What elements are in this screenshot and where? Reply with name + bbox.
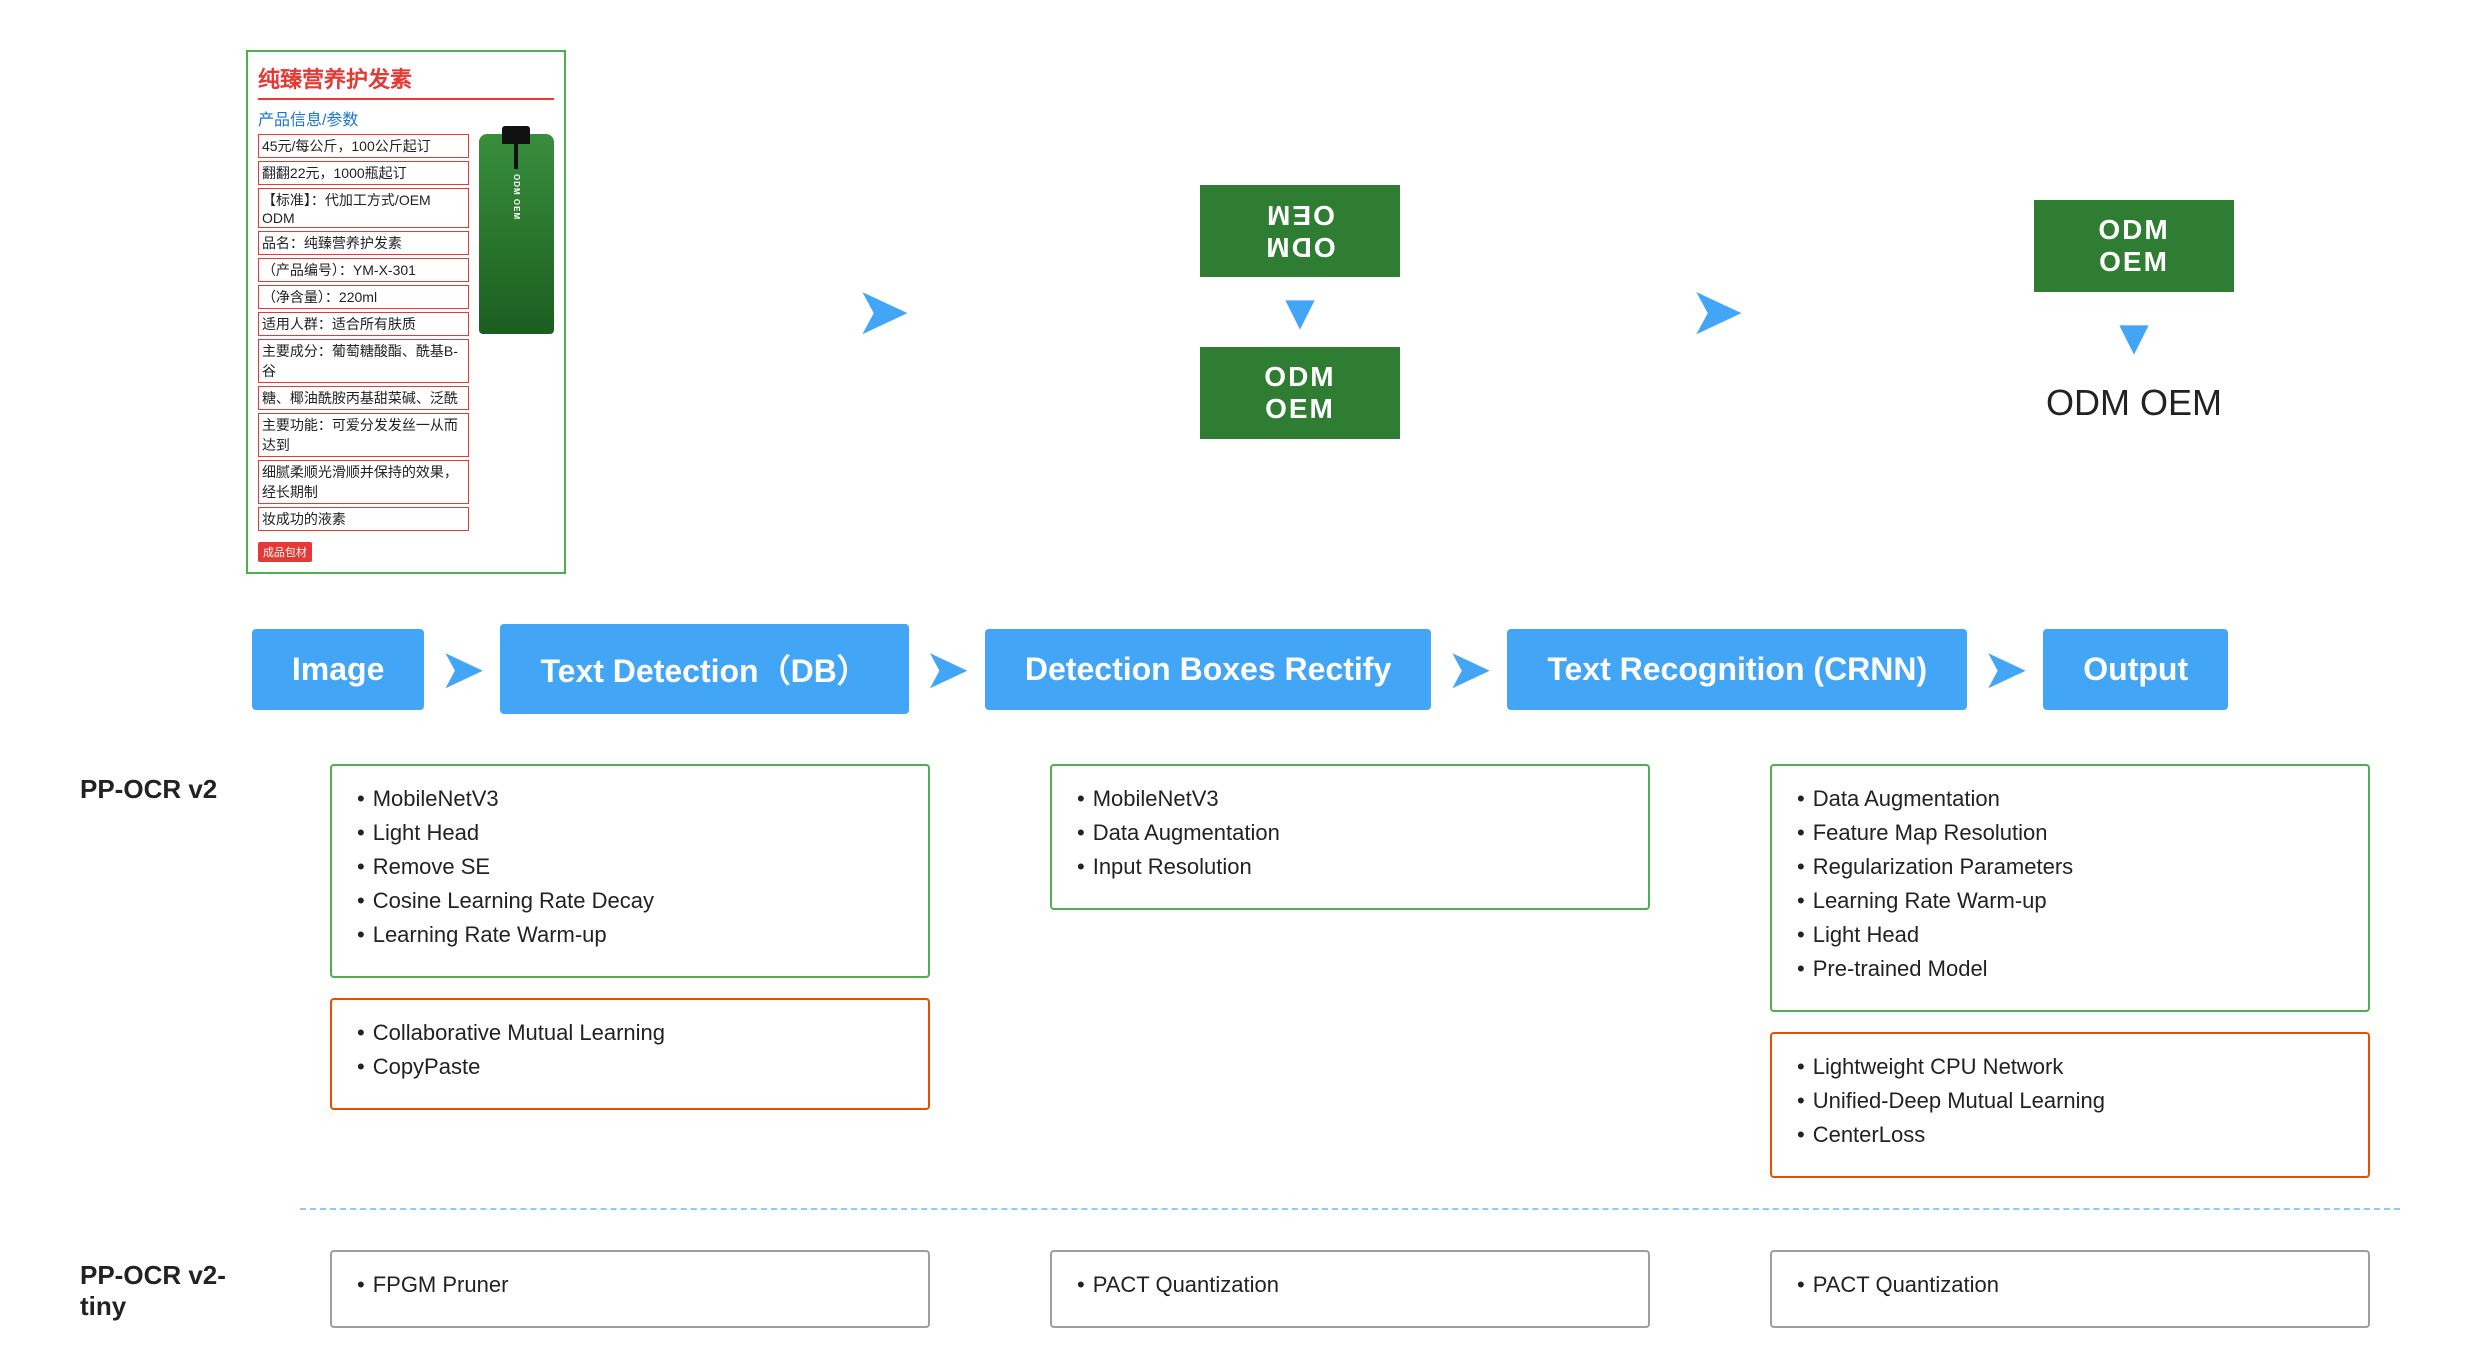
ppocr2-row: PP-OCR v2 MobileNetV3 Light Head Remove … bbox=[80, 754, 2400, 1188]
odm-right-plain: ODM OEM bbox=[2046, 382, 2222, 424]
image-line-8: 主要成分：葡萄糖酸酯、酰基B-谷 bbox=[258, 339, 469, 383]
rec-orange-item-2: Unified-Deep Mutual Learning bbox=[1797, 1088, 2343, 1114]
flow-arrow-3: ➤ bbox=[1446, 642, 1492, 697]
image-line-2: 翻翻22元，1000瓶起订 bbox=[258, 161, 469, 185]
bottle-pump-stem bbox=[514, 144, 518, 169]
flow-arrow-2: ➤ bbox=[924, 642, 970, 697]
flow-output: Output bbox=[2043, 629, 2228, 710]
rec-orange-item-1: Lightweight CPU Network bbox=[1797, 1054, 2343, 1080]
bottle-text: ODM OEM bbox=[512, 174, 521, 220]
bottle-pump-head bbox=[502, 126, 530, 144]
flow-detection-boxes: Detection Boxes Rectify bbox=[985, 629, 1431, 710]
rec-item-3: Regularization Parameters bbox=[1797, 854, 2343, 880]
det-item-3: Remove SE bbox=[357, 854, 903, 880]
bottom-tag: 成品包材 bbox=[258, 542, 312, 562]
image-line-1: 45元/每公斤，100公斤起订 bbox=[258, 134, 469, 158]
rec-item-6: Pre-trained Model bbox=[1797, 956, 2343, 982]
arrow-down-2: ▼ bbox=[2109, 312, 2159, 362]
rec-item-5: Light Head bbox=[1797, 922, 2343, 948]
det-item-4: Cosine Learning Rate Decay bbox=[357, 888, 903, 914]
flow-arrow-4: ➤ bbox=[1982, 642, 2028, 697]
det-item-1: MobileNetV3 bbox=[357, 786, 903, 812]
detection-col: MobileNetV3 Light Head Remove SE Cosine … bbox=[300, 764, 960, 1178]
rect-item-3: Input Resolution bbox=[1077, 854, 1623, 880]
odm-flipped: ODM OEM bbox=[1200, 185, 1400, 277]
flow-text-recognition: Text Recognition (CRNN) bbox=[1507, 629, 1967, 710]
main-container: 纯臻营养护发素 产品信息/参数 45元/每公斤，100公斤起订 翻翻22元，10… bbox=[0, 0, 2480, 1368]
image-line-10: 主要功能：可爱分发发丝一从而达到 bbox=[258, 413, 469, 457]
det-orange-item-1: Collaborative Mutual Learning bbox=[357, 1020, 903, 1046]
image-title: 纯臻营养护发素 bbox=[258, 62, 554, 100]
det-item-5: Learning Rate Warm-up bbox=[357, 922, 903, 948]
det-orange-item-2: CopyPaste bbox=[357, 1054, 903, 1080]
image-line-12: 妆成功的液素 bbox=[258, 507, 469, 531]
image-line-6: （净含量）：220ml bbox=[258, 285, 469, 309]
recognition-orange-box: Lightweight CPU Network Unified-Deep Mut… bbox=[1770, 1032, 2370, 1178]
rect-item-2: Data Augmentation bbox=[1077, 820, 1623, 846]
odm-right-section: ODM OEM ▼ ODM OEM bbox=[2034, 200, 2234, 424]
image-line-4: 品名：纯臻营养护发素 bbox=[258, 231, 469, 255]
ppocr2-cols: MobileNetV3 Light Head Remove SE Cosine … bbox=[300, 764, 2400, 1178]
rect-item-1: MobileNetV3 bbox=[1077, 786, 1623, 812]
product-bottle: ODM OEM bbox=[479, 134, 554, 334]
flow-text-detection: Text Detection（DB） bbox=[500, 624, 908, 714]
detection-green-box: MobileNetV3 Light Head Remove SE Cosine … bbox=[330, 764, 930, 978]
image-line-7: 适用人群：适合所有肤质 bbox=[258, 312, 469, 336]
arrow-2: ➤ bbox=[1692, 282, 1742, 342]
image-line-9: 糖、椰油酰胺丙基甜菜碱、泛酰 bbox=[258, 386, 469, 410]
odm-pair-middle: ODM OEM ▼ ODM OEM bbox=[1200, 185, 1400, 439]
det-tiny-item-1: FPGM Pruner bbox=[357, 1272, 903, 1298]
odm-right-top: ODM OEM bbox=[2034, 200, 2234, 292]
rec-orange-item-3: CenterLoss bbox=[1797, 1122, 2343, 1148]
rectify-col: MobileNetV3 Data Augmentation Input Reso… bbox=[1020, 764, 1680, 1178]
rec-item-2: Feature Map Resolution bbox=[1797, 820, 2343, 846]
col-spacer-1 bbox=[960, 764, 1020, 1178]
bottom-details: PP-OCR v2 MobileNetV3 Light Head Remove … bbox=[40, 754, 2440, 1338]
flow-arrow-1: ➤ bbox=[439, 642, 485, 697]
dashed-divider bbox=[300, 1208, 2400, 1210]
ppocr2tiny-label: PP-OCR v2- tiny bbox=[80, 1250, 300, 1322]
detection-orange-box: Collaborative Mutual Learning CopyPaste bbox=[330, 998, 930, 1110]
det-item-2: Light Head bbox=[357, 820, 903, 846]
image-line-3: 【标准】：代加工方式/OEM ODM bbox=[258, 188, 469, 228]
col-spacer-2 bbox=[1680, 764, 1740, 1178]
recognition-green-box: Data Augmentation Feature Map Resolution… bbox=[1770, 764, 2370, 1012]
top-section: 纯臻营养护发素 产品信息/参数 45元/每公斤，100公斤起订 翻翻22元，10… bbox=[40, 30, 2440, 614]
arrow-down-1: ▼ bbox=[1275, 287, 1325, 337]
input-image-box: 纯臻营养护发素 产品信息/参数 45元/每公斤，100公斤起订 翻翻22元，10… bbox=[246, 50, 566, 574]
ppocr2-label: PP-OCR v2 bbox=[80, 764, 300, 805]
recognition-col: Data Augmentation Feature Map Resolution… bbox=[1740, 764, 2400, 1178]
rec-item-1: Data Augmentation bbox=[1797, 786, 2343, 812]
arrow-1: ➤ bbox=[858, 282, 908, 342]
ppocr2tiny-row: PP-OCR v2- tiny FPGM Pruner PACT Quantiz… bbox=[80, 1230, 2400, 1338]
image-line-11: 细腻柔顺光滑顺并保持的效果，经长期制 bbox=[258, 460, 469, 504]
rec-tiny-item-1: PACT Quantization bbox=[1797, 1272, 2343, 1298]
rect-tiny-item-1: PACT Quantization bbox=[1077, 1272, 1623, 1298]
flow-section: Image ➤ Text Detection（DB） ➤ Detection B… bbox=[40, 614, 2440, 724]
flow-image: Image bbox=[252, 629, 424, 710]
rectify-green-box: MobileNetV3 Data Augmentation Input Reso… bbox=[1050, 764, 1650, 910]
rec-item-4: Learning Rate Warm-up bbox=[1797, 888, 2343, 914]
image-line-5: （产品编号）：YM-X-301 bbox=[258, 258, 469, 282]
odm-normal-bottom: ODM OEM bbox=[1200, 347, 1400, 439]
